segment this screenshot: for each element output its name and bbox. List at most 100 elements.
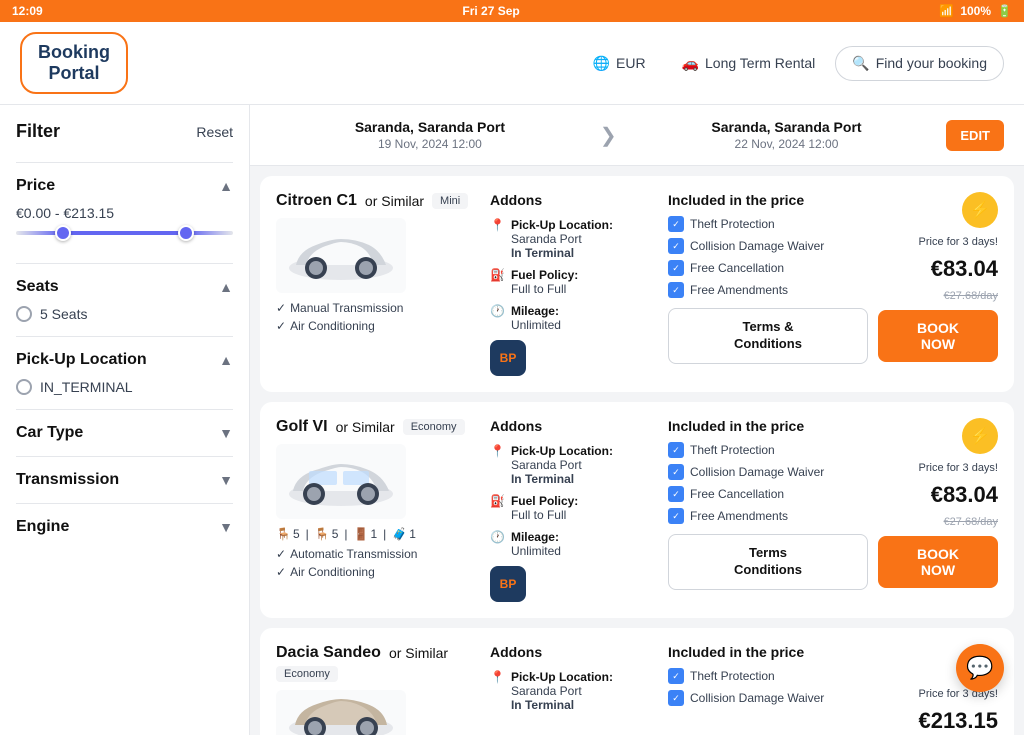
radio-5seats [16, 306, 32, 322]
reset-button[interactable]: Reset [196, 124, 233, 140]
currency-selector[interactable]: 🌐 EUR [577, 47, 662, 80]
citroen-image [276, 218, 406, 293]
citroen-badge: Mini [432, 193, 468, 209]
golf-suffix: or Similar [336, 419, 395, 435]
golf-pickup-sub: In Terminal [511, 472, 613, 486]
seats-filter-toggle[interactable]: Seats ▲ [16, 278, 233, 296]
golf-book-button[interactable]: BOOKNOW [878, 536, 998, 588]
golf-terms-button[interactable]: TermsConditions [668, 534, 868, 590]
citroen-ac-label: Air Conditioning [290, 319, 375, 333]
golf-included-title: Included in the price [668, 418, 868, 434]
citroen-name: Citroen C1 or Similar Mini [276, 192, 476, 210]
citroen-included-cancel: ✓ Free Cancellation [668, 260, 868, 276]
dacia-right: Included in the price ✓ Theft Protection… [668, 644, 998, 734]
route-arrow-icon: ❯ [590, 123, 627, 148]
golf-transmission-label: Automatic Transmission [290, 547, 417, 561]
search-icon: 🔍 [852, 55, 869, 72]
citroen-book-button[interactable]: BOOKNOW [878, 310, 998, 362]
chevron-up-icon-pickup: ▲ [219, 352, 233, 368]
golf-price-days: Price for 3 days! [919, 462, 998, 474]
seats-icon-group1: 🪑 5 [276, 527, 300, 541]
citroen-feature-transmission: ✓ Manual Transmission [276, 301, 476, 315]
checkbox-theft: ✓ [668, 216, 684, 232]
checkbox-cdw: ✓ [668, 238, 684, 254]
route-to-date: 22 Nov, 2024 12:00 [627, 137, 947, 151]
car-icon: 🚗 [682, 55, 699, 72]
checkbox-cdw-golf: ✓ [668, 464, 684, 480]
transmission-filter-toggle[interactable]: Transmission ▼ [16, 471, 233, 489]
checkbox-theft-golf: ✓ [668, 442, 684, 458]
range-thumb-left[interactable] [55, 225, 71, 241]
rental-type-selector[interactable]: 🚗 Long Term Rental [666, 47, 832, 80]
bp-text: BP [500, 351, 517, 365]
check-icon-golf-trans: ✓ [276, 547, 286, 561]
checkbox-amend: ✓ [668, 282, 684, 298]
battery-label: 100% [960, 4, 991, 18]
in-terminal-label: IN_TERMINAL [40, 379, 133, 395]
price-filter-toggle[interactable]: Price ▲ [16, 177, 233, 195]
engine-filter-toggle[interactable]: Engine ▼ [16, 518, 233, 536]
golf-included-amend: ✓ Free Amendments [668, 508, 868, 524]
car-listing-content: Saranda, Saranda Port 19 Nov, 2024 12:00… [250, 105, 1024, 735]
golf-included-cancel: ✓ Free Cancellation [668, 486, 868, 502]
cartype-filter-section: Car Type ▼ [16, 409, 233, 456]
checkbox-theft-dacia: ✓ [668, 668, 684, 684]
citroen-feature-ac: ✓ Air Conditioning [276, 319, 476, 333]
rental-type-label: Long Term Rental [705, 55, 815, 71]
seat-icon1: 🪑 [276, 527, 291, 541]
golf-included-cdw: ✓ Collision Damage Waiver [668, 464, 868, 480]
chevron-up-icon: ▲ [219, 178, 233, 194]
seats-5-option[interactable]: 5 Seats [16, 306, 233, 322]
door-group: 🚪 1 [354, 527, 378, 541]
logo-line2: Portal [48, 63, 99, 84]
chat-button[interactable]: 💬 [956, 644, 1004, 692]
status-time: 12:09 [12, 4, 43, 18]
price-range-slider[interactable] [16, 231, 233, 235]
included-theft-label: Theft Protection [690, 217, 775, 231]
chevron-down-icon-cartype: ▼ [219, 425, 233, 441]
route-from: Saranda, Saranda Port 19 Nov, 2024 12:00 [270, 119, 590, 151]
check-icon: ✓ [276, 301, 286, 315]
checkbox-cancel: ✓ [668, 260, 684, 276]
included-amend-label: Free Amendments [690, 283, 788, 297]
citroen-pricing: ⚡ Price for 3 days! €83.04 €27.68/day BO… [878, 192, 998, 362]
citroen-fuel-row: ⛽ Fuel Policy: Full to Full [490, 268, 654, 296]
cartype-filter-toggle[interactable]: Car Type ▼ [16, 424, 233, 442]
in-terminal-option[interactable]: IN_TERMINAL [16, 379, 233, 395]
dacia-name: Dacia Sandeo or Similar [276, 644, 476, 662]
sep3: | [383, 527, 386, 541]
check-icon-golf-ac: ✓ [276, 565, 286, 579]
golf-icons: 🪑 5 | 🪑 5 | 🚪 1 | 🧳 [276, 527, 476, 541]
dacia-svg [281, 690, 401, 735]
logo[interactable]: Booking Portal [20, 32, 128, 94]
edit-route-button[interactable]: EDIT [946, 120, 1004, 151]
find-booking-button[interactable]: 🔍 Find your booking [835, 46, 1004, 81]
citroen-terms-button[interactable]: Terms &Conditions [668, 308, 868, 364]
citroen-price-total: €83.04 [931, 256, 998, 282]
citroen-info: Citroen C1 or Similar Mini [276, 192, 476, 333]
door-count: 1 [370, 527, 377, 541]
dacia-included-theft: ✓ Theft Protection [668, 668, 868, 684]
main-layout: Filter Reset Price ▲ €0.00 - €213.15 Sea… [0, 105, 1024, 735]
route-from-date: 19 Nov, 2024 12:00 [270, 137, 590, 151]
golf-mileage-value: Unlimited [511, 544, 561, 558]
dacia-included-title: Included in the price [668, 644, 868, 660]
citroen-mileage-row: 🕐 Mileage: Unlimited [490, 304, 654, 332]
golf-addons-title: Addons [490, 418, 654, 434]
header: Booking Portal 🌐 EUR 🚗 Long Term Rental … [0, 22, 1024, 105]
golf-cdw-label: Collision Damage Waiver [690, 465, 824, 479]
citroen-actions: Terms &Conditions [668, 308, 868, 364]
citroen-included-title: Included in the price [668, 192, 868, 208]
range-thumb-right[interactable] [178, 225, 194, 241]
dacia-included: Included in the price ✓ Theft Protection… [668, 644, 868, 712]
chevron-down-icon-trans: ▼ [219, 472, 233, 488]
lightning-badge-citroen: ⚡ [962, 192, 998, 228]
golf-price-per-day: €27.68/day [944, 516, 998, 528]
transmission-filter-label: Transmission [16, 471, 119, 489]
golf-pickup-city: Saranda Port [511, 458, 613, 472]
pickup-filter-toggle[interactable]: Pick-Up Location ▲ [16, 351, 233, 369]
included-cdw-label: Collision Damage Waiver [690, 239, 824, 253]
currency-label: EUR [616, 55, 646, 71]
bp-text-golf: BP [500, 577, 517, 591]
dacia-addons: Addons 📍 Pick-Up Location: Saranda Port … [490, 644, 654, 720]
